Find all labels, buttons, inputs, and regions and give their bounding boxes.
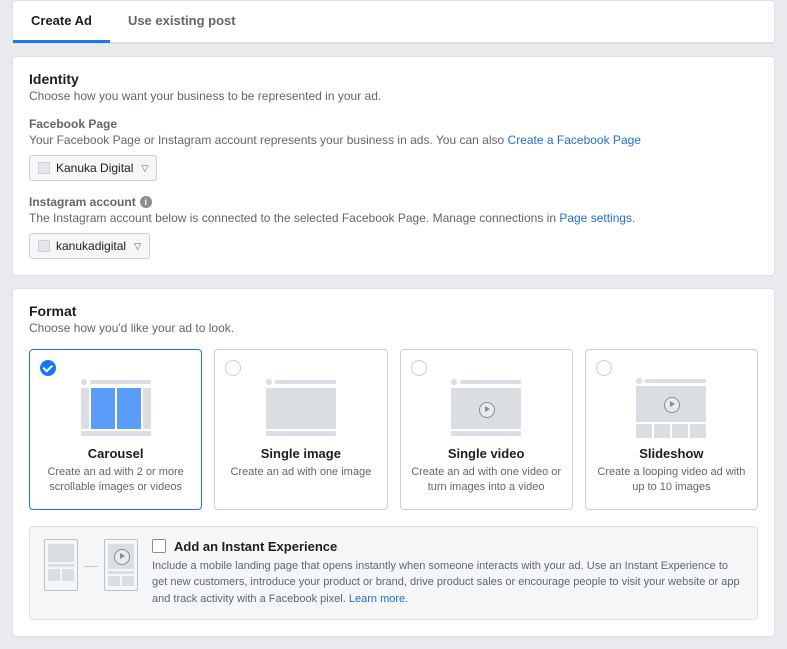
instant-experience-panel: — Add an Instant Experience Include a mo…	[29, 526, 758, 621]
identity-title: Identity	[29, 71, 758, 87]
instant-experience-illustration: —	[44, 539, 138, 591]
radio-selected-icon	[40, 360, 56, 376]
format-desc: Create an ad with one image	[231, 465, 372, 480]
format-option-single-image[interactable]: Single image Create an ad with one image	[214, 349, 387, 510]
instant-experience-checkbox[interactable]	[152, 539, 166, 553]
format-name: Single video	[448, 446, 525, 461]
format-grid: Carousel Create an ad with 2 or more scr…	[29, 349, 758, 510]
arrow-right-icon: —	[84, 557, 98, 573]
format-desc: Create a looping video ad with up to 10 …	[596, 465, 747, 495]
page-icon	[38, 162, 50, 174]
single-video-thumbnail	[451, 378, 521, 436]
instagram-desc-post: .	[632, 211, 635, 225]
facebook-page-selected: Kanuka Digital	[56, 161, 133, 175]
format-section: Format Choose how you'd like your ad to …	[13, 289, 774, 636]
facebook-page-label: Facebook Page	[29, 117, 758, 131]
format-desc: Create an ad with one video or turn imag…	[411, 465, 562, 495]
instant-experience-content: Add an Instant Experience Include a mobi…	[152, 539, 743, 608]
instagram-account-dropdown[interactable]: kanukadigital ▽	[29, 233, 150, 259]
chevron-down-icon: ▽	[141, 163, 148, 174]
format-option-single-video[interactable]: Single video Create an ad with one video…	[400, 349, 573, 510]
tabs-card: Create Ad Use existing post	[12, 0, 775, 44]
format-name: Slideshow	[639, 446, 703, 461]
slideshow-thumbnail	[636, 378, 706, 436]
carousel-thumbnail	[81, 378, 151, 436]
identity-subtitle: Choose how you want your business to be …	[29, 89, 758, 103]
format-name: Single image	[261, 446, 341, 461]
instant-experience-title: Add an Instant Experience	[174, 539, 337, 554]
format-card-container: Format Choose how you'd like your ad to …	[12, 288, 775, 637]
instagram-label-text: Instagram account	[29, 195, 136, 209]
tab-use-existing-post[interactable]: Use existing post	[110, 1, 254, 43]
instagram-desc-pre: The Instagram account below is connected…	[29, 211, 559, 225]
radio-icon	[225, 360, 241, 376]
tabs: Create Ad Use existing post	[13, 1, 774, 43]
radio-icon	[596, 360, 612, 376]
instagram-account-selected: kanukadigital	[56, 239, 126, 253]
instant-experience-desc: Include a mobile landing page that opens…	[152, 558, 743, 608]
single-image-thumbnail	[266, 378, 336, 436]
chevron-down-icon: ▽	[134, 241, 141, 252]
learn-more-link[interactable]: Learn more.	[349, 593, 408, 605]
facebook-page-dropdown[interactable]: Kanuka Digital ▽	[29, 155, 157, 181]
format-option-carousel[interactable]: Carousel Create an ad with 2 or more scr…	[29, 349, 202, 510]
instagram-account-label: Instagram account i	[29, 195, 758, 209]
format-name: Carousel	[88, 446, 144, 461]
instagram-account-desc: The Instagram account below is connected…	[29, 211, 758, 225]
format-desc: Create an ad with 2 or more scrollable i…	[40, 465, 191, 495]
radio-icon	[411, 360, 427, 376]
create-facebook-page-link[interactable]: Create a Facebook Page	[508, 133, 641, 147]
tab-create-ad[interactable]: Create Ad	[13, 1, 110, 43]
identity-section: Identity Choose how you want your busine…	[13, 57, 774, 275]
page-settings-link[interactable]: Page settings	[559, 211, 632, 225]
instant-desc-text: Include a mobile landing page that opens…	[152, 560, 740, 605]
format-title: Format	[29, 303, 758, 319]
page-icon	[38, 240, 50, 252]
identity-card: Identity Choose how you want your busine…	[12, 56, 775, 276]
format-subtitle: Choose how you'd like your ad to look.	[29, 321, 758, 335]
info-icon[interactable]: i	[140, 196, 152, 208]
format-option-slideshow[interactable]: Slideshow Create a looping video ad with…	[585, 349, 758, 510]
facebook-page-desc: Your Facebook Page or Instagram account …	[29, 133, 758, 147]
facebook-page-desc-text: Your Facebook Page or Instagram account …	[29, 133, 508, 147]
